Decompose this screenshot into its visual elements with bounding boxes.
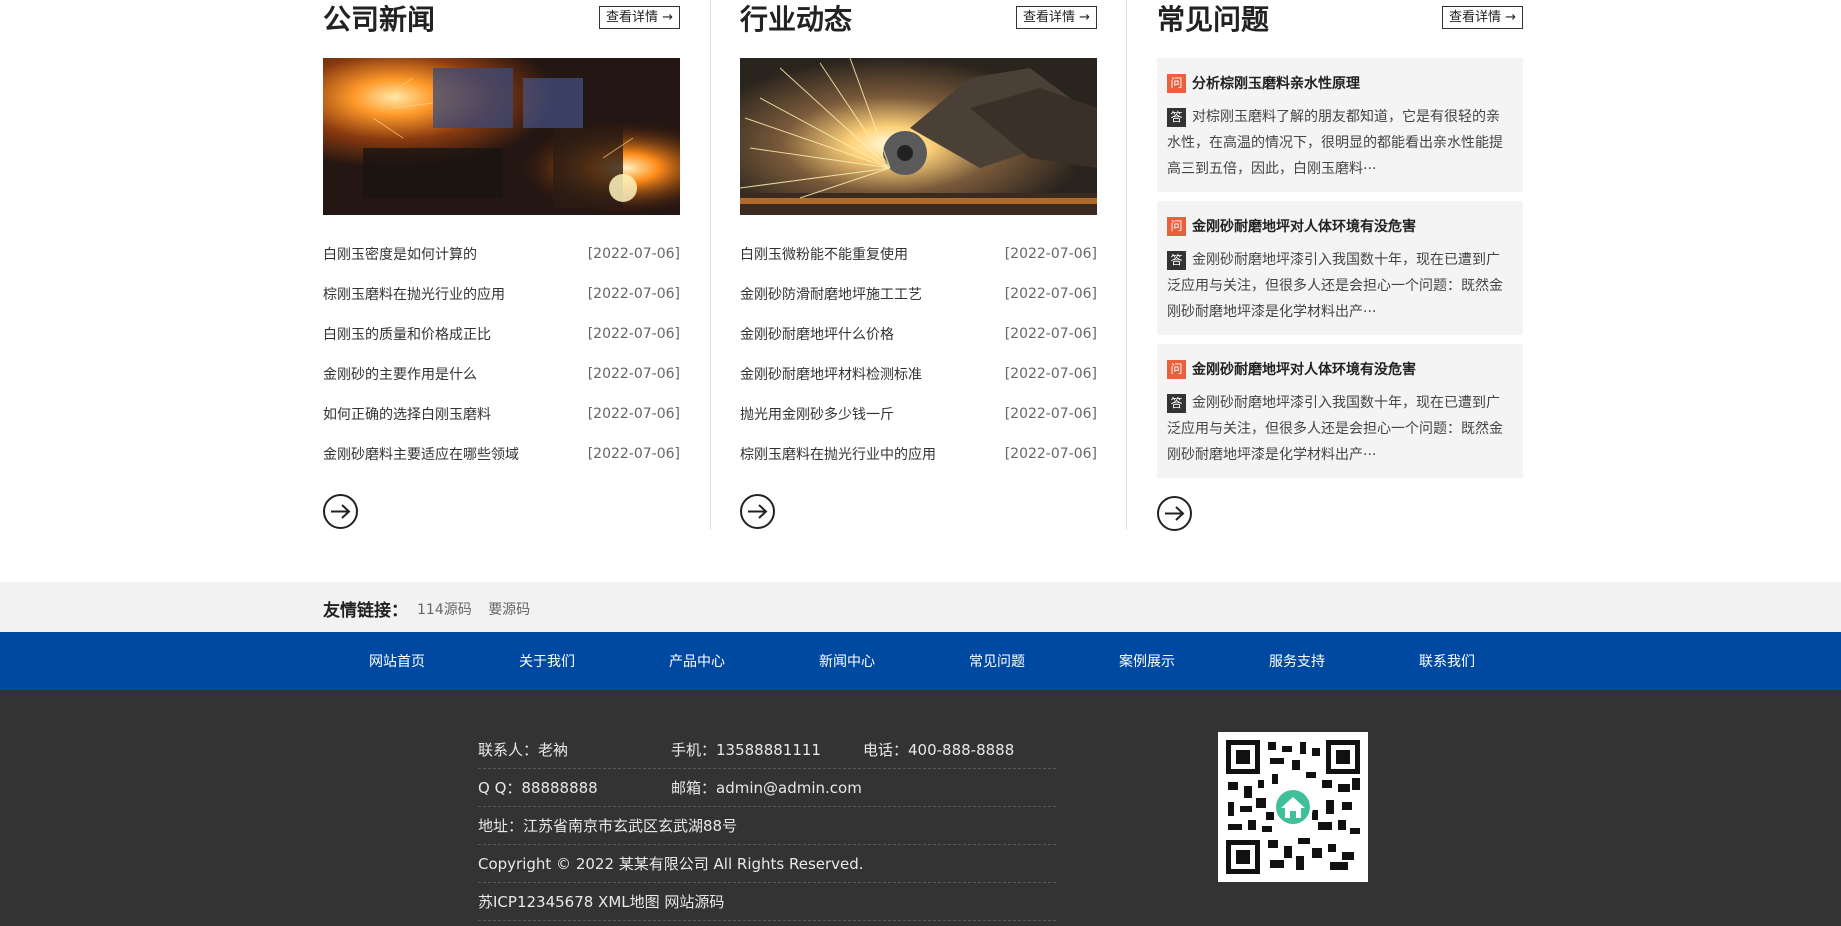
column-divider	[1126, 0, 1127, 530]
steel-furnace-image	[323, 58, 680, 215]
qr-code	[1218, 732, 1368, 882]
footer-nav: 网站首页 关于我们 产品中心 新闻中心 常见问题 案例展示 服务支持 联系我们	[0, 632, 1841, 690]
faq-item[interactable]: 问分析棕刚玉磨料亲水性原理 答对棕刚玉磨料了解的朋友都知道，它是有很轻的亲水性，…	[1157, 58, 1523, 192]
nav-item-faq[interactable]: 常见问题	[969, 651, 1025, 671]
column-divider	[710, 0, 711, 530]
industry-news-list: 白刚玉微粉能不能重复使用 [2022-07-06] 金刚砂防滑耐磨地坪施工工艺 [2…	[740, 234, 1097, 474]
friendly-links-bar: 友情链接： 114源码 要源码	[0, 582, 1841, 632]
faq-arrow-button[interactable]	[1157, 496, 1192, 531]
list-item[interactable]: 如何正确的选择白刚玉磨料 [2022-07-06]	[323, 394, 680, 434]
friendly-links-list: 114源码 要源码	[417, 599, 542, 619]
company-news-list: 白刚玉密度是如何计算的 [2022-07-06] 棕刚玉磨料在抛光行业的应用 [20…	[323, 234, 680, 474]
footer-contact-row: 联系人：老衲 手机：13588881111 电话：400-888-8888	[478, 731, 1056, 769]
answer-badge: 答	[1167, 107, 1186, 127]
list-item[interactable]: 抛光用金刚砂多少钱一斤 [2022-07-06]	[740, 394, 1097, 434]
industry-news-arrow-button[interactable]	[740, 494, 775, 529]
list-item[interactable]: 金刚砂磨料主要适应在哪些领域 [2022-07-06]	[323, 434, 680, 474]
footer-email: 邮箱：admin@admin.com	[671, 779, 862, 797]
nav-item-cases[interactable]: 案例展示	[1119, 651, 1175, 671]
footer-copyright-row: Copyright © 2022 某某有限公司 All Rights Reser…	[478, 845, 1056, 883]
list-item[interactable]: 金刚砂耐磨地坪什么价格 [2022-07-06]	[740, 314, 1097, 354]
list-item[interactable]: 金刚砂耐磨地坪材料检测标准 [2022-07-06]	[740, 354, 1097, 394]
list-item[interactable]: 白刚玉微粉能不能重复使用 [2022-07-06]	[740, 234, 1097, 274]
footer-copyright: Copyright © 2022 某某有限公司 All Rights Reser…	[478, 855, 864, 873]
industry-news-photo[interactable]	[740, 58, 1097, 215]
arrow-right-icon	[331, 504, 351, 519]
nav-item-home[interactable]: 网站首页	[369, 651, 425, 671]
faq-item[interactable]: 问金刚砂耐磨地坪对人体环境有没危害 答金刚砂耐磨地坪漆引入我国数十年，现在已遭到…	[1157, 201, 1523, 335]
nav-item-about[interactable]: 关于我们	[519, 651, 575, 671]
footer-mobile: 手机：13588881111	[671, 741, 821, 759]
question-badge: 问	[1167, 73, 1186, 93]
friendly-links-label: 友情链接：	[323, 601, 408, 621]
faq-answer: 金刚砂耐磨地坪漆引入我国数十年，现在已遭到广泛应用与关注，但很多人还是会担心一个…	[1167, 252, 1503, 320]
faq-answer: 金刚砂耐磨地坪漆引入我国数十年，现在已遭到广泛应用与关注，但很多人还是会担心一个…	[1167, 395, 1503, 463]
footer-icp-row: 苏ICP12345678 XML地图 网站源码	[478, 883, 1056, 921]
faq-question[interactable]: 分析棕刚玉磨料亲水性原理	[1192, 73, 1360, 93]
list-item[interactable]: 金刚砂防滑耐磨地坪施工工艺 [2022-07-06]	[740, 274, 1097, 314]
footer-contact: 联系人：老衲	[478, 741, 569, 759]
footer-address: 地址：江苏省南京市玄武区玄武湖88号	[478, 817, 738, 835]
list-item[interactable]: 金刚砂的主要作用是什么 [2022-07-06]	[323, 354, 680, 394]
nav-item-contact[interactable]: 联系我们	[1419, 651, 1475, 671]
company-news-title: 公司新闻	[323, 3, 436, 36]
content-section: 公司新闻 查看详情 → 白刚玉密度是如何计算的 [2022-07-06] 棕刚玉…	[0, 0, 1841, 582]
footer-icp[interactable]: 苏ICP12345678 XML地图 网站源码	[478, 883, 724, 921]
arrow-right-icon	[748, 504, 768, 519]
qr-code-icon	[1226, 740, 1360, 874]
company-news-more-button[interactable]: 查看详情 →	[598, 6, 680, 29]
faq-answer: 对棕刚玉磨料了解的朋友都知道，它是有很轻的亲水性，在高温的情况下，很明显的都能看…	[1167, 109, 1503, 177]
industry-news-more-button[interactable]: 查看详情 →	[1015, 6, 1097, 29]
industry-news-title: 行业动态	[740, 3, 853, 36]
footer-qq: Q Q：88888888	[478, 779, 598, 797]
question-badge: 问	[1167, 359, 1186, 379]
faq-title: 常见问题	[1157, 3, 1270, 36]
nav-item-products[interactable]: 产品中心	[669, 651, 725, 671]
friendly-link[interactable]: 要源码	[488, 602, 530, 618]
arrow-right-icon	[1165, 506, 1185, 521]
faq-question[interactable]: 金刚砂耐磨地坪对人体环境有没危害	[1192, 359, 1416, 379]
angle-grinder-image	[740, 58, 1097, 215]
site-footer: 联系人：老衲 手机：13588881111 电话：400-888-8888 Q …	[0, 690, 1841, 926]
friendly-link[interactable]: 114源码	[417, 602, 472, 618]
footer-qq-row: Q Q：88888888 邮箱：admin@admin.com	[478, 769, 1056, 807]
company-news-photo[interactable]	[323, 58, 680, 215]
footer-phone: 电话：400-888-8888	[863, 741, 1015, 759]
answer-badge: 答	[1167, 250, 1186, 270]
list-item[interactable]: 棕刚玉磨料在抛光行业的应用 [2022-07-06]	[323, 274, 680, 314]
question-badge: 问	[1167, 216, 1186, 236]
list-item[interactable]: 棕刚玉磨料在抛光行业中的应用 [2022-07-06]	[740, 434, 1097, 474]
nav-item-support[interactable]: 服务支持	[1269, 651, 1325, 671]
footer-address-row: 地址：江苏省南京市玄武区玄武湖88号	[478, 807, 1056, 845]
list-item[interactable]: 白刚玉密度是如何计算的 [2022-07-06]	[323, 234, 680, 274]
faq-more-button[interactable]: 查看详情 →	[1441, 6, 1523, 29]
faq-question[interactable]: 金刚砂耐磨地坪对人体环境有没危害	[1192, 216, 1416, 236]
list-item[interactable]: 白刚玉的质量和价格成正比 [2022-07-06]	[323, 314, 680, 354]
nav-item-news[interactable]: 新闻中心	[819, 651, 875, 671]
company-news-arrow-button[interactable]	[323, 494, 358, 529]
answer-badge: 答	[1167, 393, 1186, 413]
faq-item[interactable]: 问金刚砂耐磨地坪对人体环境有没危害 答金刚砂耐磨地坪漆引入我国数十年，现在已遭到…	[1157, 344, 1523, 478]
